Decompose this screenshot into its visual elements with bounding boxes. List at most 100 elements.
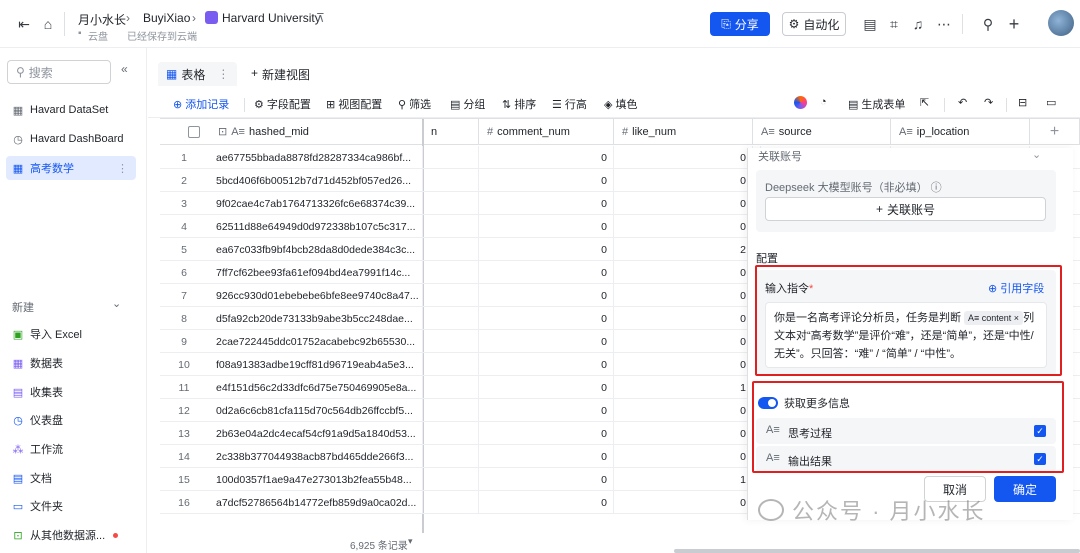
cell-like-num[interactable]: 0 [614,330,753,353]
generate-form-button[interactable]: ▤ 生成表单 [848,96,905,112]
cell-n[interactable] [423,215,479,238]
filter-button[interactable]: ⚲ 筛选 [398,96,431,112]
cell-n[interactable] [423,468,479,491]
tab-table[interactable]: ▦ 表格 ⋮ [158,62,238,86]
cell-like-num[interactable]: 0 [614,307,753,330]
breadcrumb-workspace[interactable]: 月小水长 [78,11,126,28]
column-header-ip-location[interactable]: A≡ ip_location [891,119,1030,145]
cell-n[interactable] [423,445,479,468]
cell-hashed-mid[interactable]: f08a91383adbe19cff81d96719eab4a5e3... [208,353,423,376]
cell-hashed-mid[interactable]: 5bcd406f6b00512b7d71d452bf057ed26... [208,169,423,192]
collapse-icon[interactable]: « [121,62,128,76]
cell-like-num[interactable]: 0 [614,422,753,445]
cell-comment-num[interactable]: 0 [479,146,614,169]
horizontal-scrollbar[interactable] [674,549,1080,553]
cell-like-num[interactable]: 0 [614,353,753,376]
cell-comment-num[interactable]: 0 [479,307,614,330]
sidebar-new-import-excel[interactable]: ▣ 导入 Excel [6,322,136,346]
cell-n[interactable] [423,261,479,284]
cell-comment-num[interactable]: 0 [479,376,614,399]
cell-hashed-mid[interactable]: a7dcf52786564b14772efb859d9a0ca02d... [208,491,423,514]
more-icon[interactable]: ⋯ [934,14,954,34]
automation-button[interactable]: ⚙ 自动化 [782,12,846,36]
plus-icon[interactable]: + [1004,14,1024,34]
column-header-source[interactable]: A≡ source [753,119,891,145]
sort-button[interactable]: ⇅ 排序 [502,96,536,112]
cell-comment-num[interactable]: 0 [479,261,614,284]
avatar[interactable] [1048,10,1074,36]
group-button[interactable]: ▤ 分组 [450,96,485,112]
redo-icon[interactable]: ↷ [984,96,993,109]
cell-comment-num[interactable]: 0 [479,238,614,261]
undo-icon[interactable]: ↶ [958,96,967,109]
cell-comment-num[interactable]: 0 [479,284,614,307]
caret-down-icon[interactable]: ▾ [408,536,413,547]
comment-icon[interactable]: ▭ [1046,96,1056,109]
field-config-button[interactable]: ⚙ 字段配置 [254,96,311,112]
new-view-button[interactable]: + 新建视图 [251,66,310,83]
cell-comment-num[interactable]: 0 [479,215,614,238]
info-icon[interactable]: ⓘ [931,182,942,194]
pin-icon[interactable]: ⊼ [316,11,325,25]
sidebar-item-dashboard[interactable]: ◷ Havard DashBoard [6,127,136,151]
more-vertical-icon[interactable]: ⋮ [217,67,229,81]
cell-n[interactable] [423,307,479,330]
cell-like-num[interactable]: 0 [614,284,753,307]
document-icon[interactable]: ▤ [860,14,880,34]
cell-hashed-mid[interactable]: d5fa92cb20de73133b9abe3b5cc248dae... [208,307,423,330]
cell-comment-num[interactable]: 0 [479,353,614,376]
more-vertical-icon[interactable]: ⋮ [117,162,128,175]
cell-hashed-mid[interactable]: 9f02cae4c7ab1764713326fc6e68374c39... [208,192,423,215]
cell-hashed-mid[interactable]: 7ff7cf62bee93fa61ef094bd4ea7991f14c... [208,261,423,284]
cell-like-num[interactable]: 0 [614,399,753,422]
history-icon[interactable]: ◔ [820,96,827,108]
sidebar-new-doc[interactable]: ▤ 文档 [6,466,136,490]
cell-hashed-mid[interactable]: 0d2a6c6cb81cfa115d70c564db26ffccbf5... [208,399,423,422]
cell-like-num[interactable]: 1 [614,376,753,399]
search-icon[interactable]: ⚲ [978,14,998,34]
layout-icon[interactable]: ⊟ [1018,96,1027,109]
cell-hashed-mid[interactable]: 100d0357f1ae9a47e273013b2fea55b48... [208,468,423,491]
cell-like-num[interactable]: 0 [614,169,753,192]
cell-n[interactable] [423,284,479,307]
column-header-like-num[interactable]: # like_num [614,119,753,145]
cell-like-num[interactable]: 2 [614,238,753,261]
sidebar-new-workflow[interactable]: ⁂ 工作流 [6,437,136,461]
ai-icon[interactable] [794,96,807,109]
view-config-button[interactable]: ⊞ 视图配置 [326,96,382,112]
sidebar-new-datatable[interactable]: ▦ 数据表 [6,351,136,375]
column-header-comment-num[interactable]: # comment_num [479,119,614,145]
cell-comment-num[interactable]: 0 [479,445,614,468]
collapse-sidebar-icon[interactable]: ⇤ [14,14,34,34]
add-record-button[interactable]: ⊕ 添加记录 [173,96,229,112]
sidebar-new-folder[interactable]: ▭ 文件夹 [6,494,136,518]
chevron-down-icon[interactable]: ⌄ [1032,148,1041,161]
cell-hashed-mid[interactable]: 926cc930d01ebebebe6bfe8ee9740c8a47... [208,284,423,307]
link-account-button[interactable]: + 关联账号 [765,197,1046,221]
page-title[interactable]: Harvard University [222,11,321,25]
cell-like-num[interactable]: 0 [614,491,753,514]
cell-hashed-mid[interactable]: e4f151d56c2d33dfc6d75e750469905e8a... [208,376,423,399]
bell-icon[interactable]: ♫ [908,14,928,34]
cell-comment-num[interactable]: 0 [479,330,614,353]
cell-comment-num[interactable]: 0 [479,192,614,215]
cell-n[interactable] [423,399,479,422]
chevron-down-icon[interactable]: ⌄ [112,297,121,310]
select-all-checkbox[interactable] [188,125,200,138]
cell-hashed-mid[interactable]: 62511d88e64949d0d972338b107c5c317... [208,215,423,238]
sidebar-item-gaokao[interactable]: ▦ 高考数学 ⋮ [6,156,136,180]
row-height-button[interactable]: ☰ 行高 [552,96,587,112]
cell-n[interactable] [423,192,479,215]
search-input[interactable]: ⚲ 搜索 [7,60,111,84]
column-header-hashed-mid[interactable]: ⊡ A≡ hashed_mid [160,119,423,145]
column-header-n[interactable]: n [423,119,479,145]
cell-comment-num[interactable]: 0 [479,399,614,422]
cell-comment-num[interactable]: 0 [479,468,614,491]
add-column-button[interactable]: + [1030,119,1080,145]
cell-like-num[interactable]: 0 [614,261,753,284]
sidebar-new-datasource[interactable]: ⊡ 从其他数据源... [6,523,136,547]
cell-hashed-mid[interactable]: ea67c033fb9bf4bcb28da8d0dede384c3c... [208,238,423,261]
sidebar-item-dataset[interactable]: ▦ Havard DataSet [6,98,136,122]
cell-n[interactable] [423,353,479,376]
cell-hashed-mid[interactable]: 2b63e04a2dc4ecaf54cf91a9d5a1840d53... [208,422,423,445]
